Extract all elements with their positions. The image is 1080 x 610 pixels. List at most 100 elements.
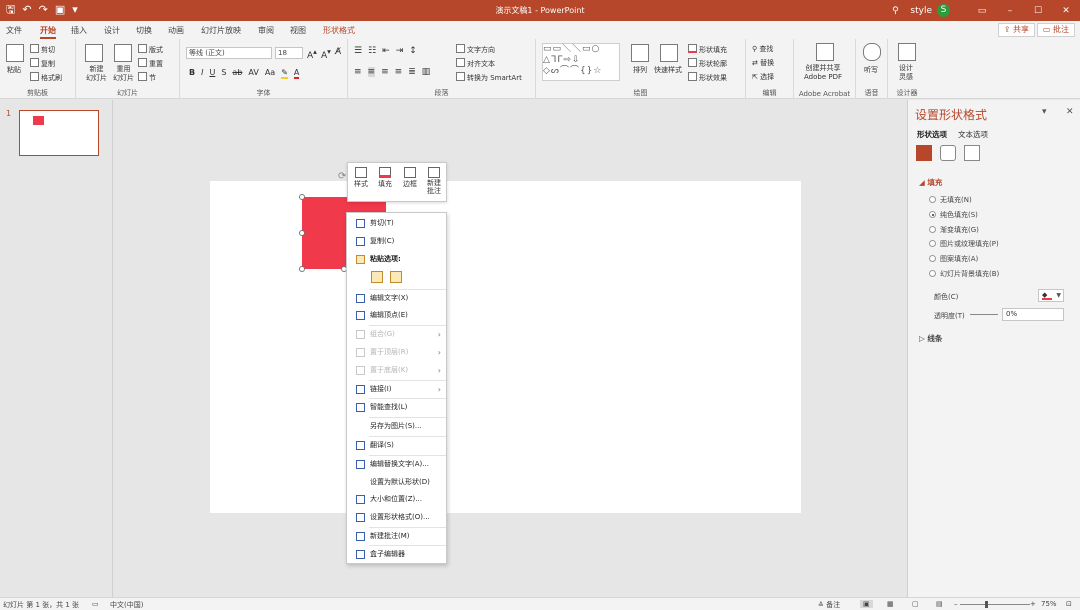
text-direction-button[interactable]: 文字方向	[456, 44, 495, 55]
avatar[interactable]: S	[937, 4, 950, 17]
slide-sorter-icon[interactable]: ▦	[887, 600, 894, 608]
tab-shape-options[interactable]: 形状选项	[917, 129, 947, 140]
menu-box-editor[interactable]: 盒子编辑器	[347, 546, 446, 563]
fill-option-background[interactable]: 幻灯片背景填充(B)	[929, 269, 999, 279]
create-pdf-button[interactable]: 创建并共享 Adobe PDF	[804, 64, 842, 82]
search-icon[interactable]: ⚲	[880, 6, 910, 16]
tab-view[interactable]: 视图	[290, 25, 306, 36]
bold-button[interactable]: B	[189, 68, 195, 79]
menu-format-shape[interactable]: 设置形状格式(O)...	[347, 509, 446, 526]
select-button[interactable]: ⇱ 选择	[752, 72, 774, 82]
tab-file[interactable]: 文件	[6, 25, 22, 36]
mini-style-button[interactable]: 样式	[350, 165, 372, 189]
shape-effects-button[interactable]: 形状效果	[688, 72, 727, 83]
menu-translate[interactable]: 翻译(S)	[347, 437, 446, 454]
smartart-button[interactable]: 转换为 SmartArt	[456, 72, 522, 83]
highlight-icon[interactable]: ✎	[281, 68, 288, 79]
fill-option-none[interactable]: 无填充(N)	[929, 195, 972, 205]
menu-size-position[interactable]: 大小和位置(Z)...	[347, 491, 446, 508]
new-slide-icon[interactable]	[85, 44, 103, 62]
resize-handle[interactable]	[299, 230, 305, 236]
reading-view-icon[interactable]: ▢	[912, 600, 919, 608]
align-left-icon[interactable]: ≡	[354, 67, 362, 77]
change-case-button[interactable]: Aa	[265, 68, 275, 79]
line-section-header[interactable]: ▷ 线条	[919, 333, 942, 344]
resize-handle[interactable]	[299, 266, 305, 272]
design-ideas-button[interactable]: 设计 灵感	[899, 64, 913, 82]
close-icon[interactable]: ✕	[1052, 6, 1080, 16]
menu-edit-points[interactable]: 编辑顶点(E)	[347, 307, 446, 324]
fit-slide-icon[interactable]: ⊡	[1066, 600, 1072, 608]
tab-slideshow[interactable]: 幻灯片放映	[201, 25, 241, 36]
mini-new-comment-button[interactable]: 新建 批注	[423, 165, 445, 195]
font-shrink-icon[interactable]: A▾	[321, 47, 331, 61]
menu-cut[interactable]: 剪切(T)	[347, 215, 446, 232]
slide-thumbnail[interactable]	[19, 110, 99, 156]
mini-outline-button[interactable]: 边框	[399, 165, 421, 189]
menu-set-default[interactable]: 设置为默认形状(D)	[347, 474, 446, 491]
pane-close-icon[interactable]: ✕	[1066, 107, 1074, 117]
decrease-indent-icon[interactable]: ⇤	[382, 46, 390, 56]
shape-outline-button[interactable]: 形状轮廓	[688, 58, 727, 69]
fill-line-icon[interactable]	[916, 145, 932, 161]
tab-animations[interactable]: 动画	[168, 25, 184, 36]
size-properties-icon[interactable]	[964, 145, 980, 161]
design-ideas-icon[interactable]	[898, 43, 916, 61]
ribbon-display-icon[interactable]: ▭	[968, 6, 996, 16]
pane-options-icon[interactable]: ▾	[1042, 107, 1047, 117]
fill-option-pattern[interactable]: 图案填充(A)	[929, 254, 978, 264]
tab-review[interactable]: 审阅	[258, 25, 274, 36]
comments-button[interactable]: ▭ 批注	[1036, 23, 1075, 37]
zoom-slider-thumb[interactable]	[985, 601, 988, 608]
slideshow-icon[interactable]: ▤	[936, 600, 943, 608]
italic-button[interactable]: I	[201, 68, 203, 79]
line-spacing-icon[interactable]: ↕	[409, 46, 417, 56]
find-button[interactable]: ⚲ 查找	[752, 44, 773, 54]
shape-fill-button[interactable]: 形状填充	[688, 44, 727, 55]
menu-new-comment[interactable]: 新建批注(M)	[347, 528, 446, 545]
transparency-slider[interactable]	[970, 314, 998, 315]
fill-option-gradient[interactable]: 渐变填充(G)	[929, 225, 979, 235]
reset-button[interactable]: 重置	[138, 58, 163, 69]
distribute-icon[interactable]: ≣	[408, 67, 416, 77]
notes-button[interactable]: ≙ 备注	[818, 600, 840, 610]
user-name[interactable]: style	[910, 6, 932, 16]
font-color-icon[interactable]: A	[293, 68, 300, 79]
create-pdf-icon[interactable]	[816, 43, 834, 61]
bullets-icon[interactable]: ☰	[354, 46, 362, 56]
menu-link[interactable]: 链接(I) ›	[347, 381, 446, 398]
tab-home[interactable]: 开始	[40, 25, 56, 39]
tab-text-options[interactable]: 文本选项	[958, 129, 988, 140]
menu-alt-text[interactable]: 编辑替换文字(A)...	[347, 456, 446, 473]
arrange-button[interactable]: 排列	[633, 65, 647, 75]
zoom-level[interactable]: 75%	[1041, 600, 1057, 608]
align-right-icon[interactable]: ≡	[381, 67, 389, 77]
fill-section-header[interactable]: ◢ 填充	[919, 177, 942, 188]
align-text-button[interactable]: 对齐文本	[456, 58, 495, 69]
paste-picture-icon[interactable]	[390, 271, 402, 283]
tab-shape-format[interactable]: 形状格式	[323, 25, 355, 36]
reuse-slides-icon[interactable]	[114, 44, 132, 62]
font-size-combo[interactable]: 18	[275, 47, 303, 59]
increase-indent-icon[interactable]: ⇥	[396, 46, 404, 56]
align-center-icon[interactable]: ≡	[367, 67, 376, 77]
resize-handle[interactable]	[299, 194, 305, 200]
fill-option-solid[interactable]: 纯色填充(S)	[929, 210, 978, 220]
language-indicator[interactable]: 中文(中国)	[110, 600, 143, 610]
strikethrough-button[interactable]: ab	[232, 68, 242, 79]
quick-styles-icon[interactable]	[660, 44, 678, 62]
arrange-icon[interactable]	[631, 44, 649, 62]
cut-button[interactable]: 剪切	[30, 44, 55, 55]
reuse-slides-button[interactable]: 重用 幻灯片	[113, 65, 134, 83]
new-slide-button[interactable]: 新建 幻灯片	[86, 65, 107, 83]
zoom-slider[interactable]	[960, 604, 1030, 605]
clear-format-icon[interactable]: A̸	[335, 47, 341, 57]
tab-design[interactable]: 设计	[104, 25, 120, 36]
spellcheck-icon[interactable]: ▭	[92, 600, 99, 608]
numbering-icon[interactable]: ☷	[368, 46, 376, 56]
microphone-icon[interactable]	[863, 43, 881, 61]
shapes-gallery[interactable]: ▭▭＼＼▭○ △ᒣᒥ⇨⇩ ◇ᔕ⌒⌒{}☆	[542, 43, 620, 81]
format-painter-button[interactable]: 格式刷	[30, 72, 62, 83]
minimize-icon[interactable]: –	[996, 6, 1024, 16]
shadow-button[interactable]: S	[221, 68, 226, 79]
